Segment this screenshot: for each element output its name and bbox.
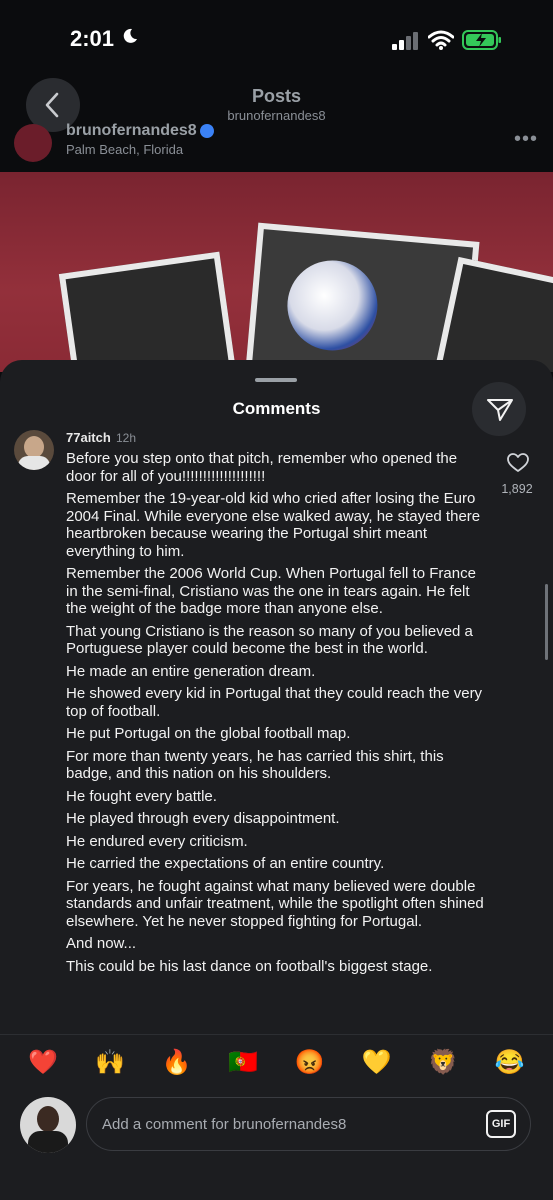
- post-location[interactable]: Palm Beach, Florida: [66, 142, 183, 157]
- page-subtitle: brunofernandes8: [227, 108, 326, 123]
- like-heart-icon[interactable]: [507, 453, 529, 473]
- page-title: Posts: [251, 86, 302, 106]
- comment-paragraph: He made an entire generation dream.: [66, 662, 316, 680]
- comment-paragraph: And now...: [66, 935, 137, 952]
- more-options-icon[interactable]: •••: [514, 128, 538, 151]
- divider: [0, 1034, 553, 1035]
- comment-paragraph: For years, he fought against what many b…: [66, 877, 484, 930]
- football-image: [283, 256, 382, 355]
- comment-timestamp: 12h: [116, 431, 137, 445]
- current-user-avatar[interactable]: [20, 1097, 76, 1153]
- comment-username[interactable]: 77aitch: [66, 430, 111, 445]
- photo-frame-left: [58, 251, 244, 372]
- comment-paragraph: He fought every battle.: [66, 787, 217, 805]
- like-count: 1,892: [501, 482, 533, 496]
- comment-paragraph: He showed every kid in Portugal that the…: [66, 685, 483, 720]
- emoji-angry-face[interactable]: 😡: [292, 1048, 328, 1078]
- emoji-portugal-flag[interactable]: 🇵🇹: [225, 1048, 261, 1078]
- comment-avatar[interactable]: [14, 430, 54, 470]
- share-button[interactable]: [472, 382, 526, 436]
- avatar-photo-shirt: [28, 1131, 68, 1153]
- status-time: 2:01: [70, 26, 115, 51]
- avatar-photo: [37, 1106, 59, 1132]
- emoji-fire[interactable]: 🔥: [159, 1048, 195, 1078]
- emoji-yellow-heart[interactable]: 💛: [358, 1048, 394, 1078]
- gif-button[interactable]: GIF: [486, 1110, 516, 1138]
- post-image: [0, 172, 553, 372]
- comment-paragraph: He endured every criticism.: [66, 832, 248, 850]
- post-author-avatar[interactable]: [14, 124, 52, 162]
- cellular-signal-icon: [392, 32, 418, 50]
- comment-paragraph: For more than twenty years, he has carri…: [66, 747, 444, 783]
- emoji-red-heart[interactable]: ❤️: [25, 1048, 61, 1078]
- emoji-lion[interactable]: 🦁: [425, 1048, 461, 1078]
- comment-text: Before you step onto that pitch, remembe…: [66, 450, 486, 980]
- scrollbar[interactable]: [545, 584, 548, 660]
- avatar-photo-shirt: [18, 456, 50, 470]
- comment-paragraph: Before you step onto that pitch, remembe…: [66, 450, 458, 485]
- wifi-icon: [428, 30, 454, 50]
- comment-paragraph: This could be his last dance on football…: [66, 957, 433, 975]
- battery-charging-icon: [462, 30, 501, 50]
- comment-paragraph: He carried the expectations of an entire…: [66, 855, 385, 872]
- sheet-drag-handle[interactable]: [255, 378, 297, 382]
- comments-title: Comments: [232, 399, 321, 418]
- comment-paragraph: Remember the 19-year-old kid who cried a…: [66, 490, 481, 560]
- comment-paragraph: He played through every disappointment.: [66, 810, 340, 827]
- quick-reaction-bar: ❤️ 🙌 🔥 🇵🇹 😡 💛 🦁 😂: [0, 1048, 553, 1078]
- post-author-username[interactable]: brunofernandes8: [66, 122, 197, 140]
- comment-input-placeholder: Add a comment for brunofernandes8: [102, 1116, 347, 1133]
- comment-paragraph: That young Cristiano is the reason so ma…: [66, 622, 473, 658]
- emoji-raised-hands[interactable]: 🙌: [92, 1048, 128, 1078]
- send-icon: [487, 399, 513, 421]
- avatar-photo: [24, 436, 44, 458]
- comment-paragraph: He put Portugal on the global football m…: [66, 725, 351, 742]
- verified-badge-icon: [200, 124, 214, 138]
- comment-paragraph: Remember the 2006 World Cup. When Portug…: [66, 565, 476, 617]
- emoji-tears-of-joy[interactable]: 😂: [492, 1048, 528, 1078]
- moon-icon: [123, 28, 137, 43]
